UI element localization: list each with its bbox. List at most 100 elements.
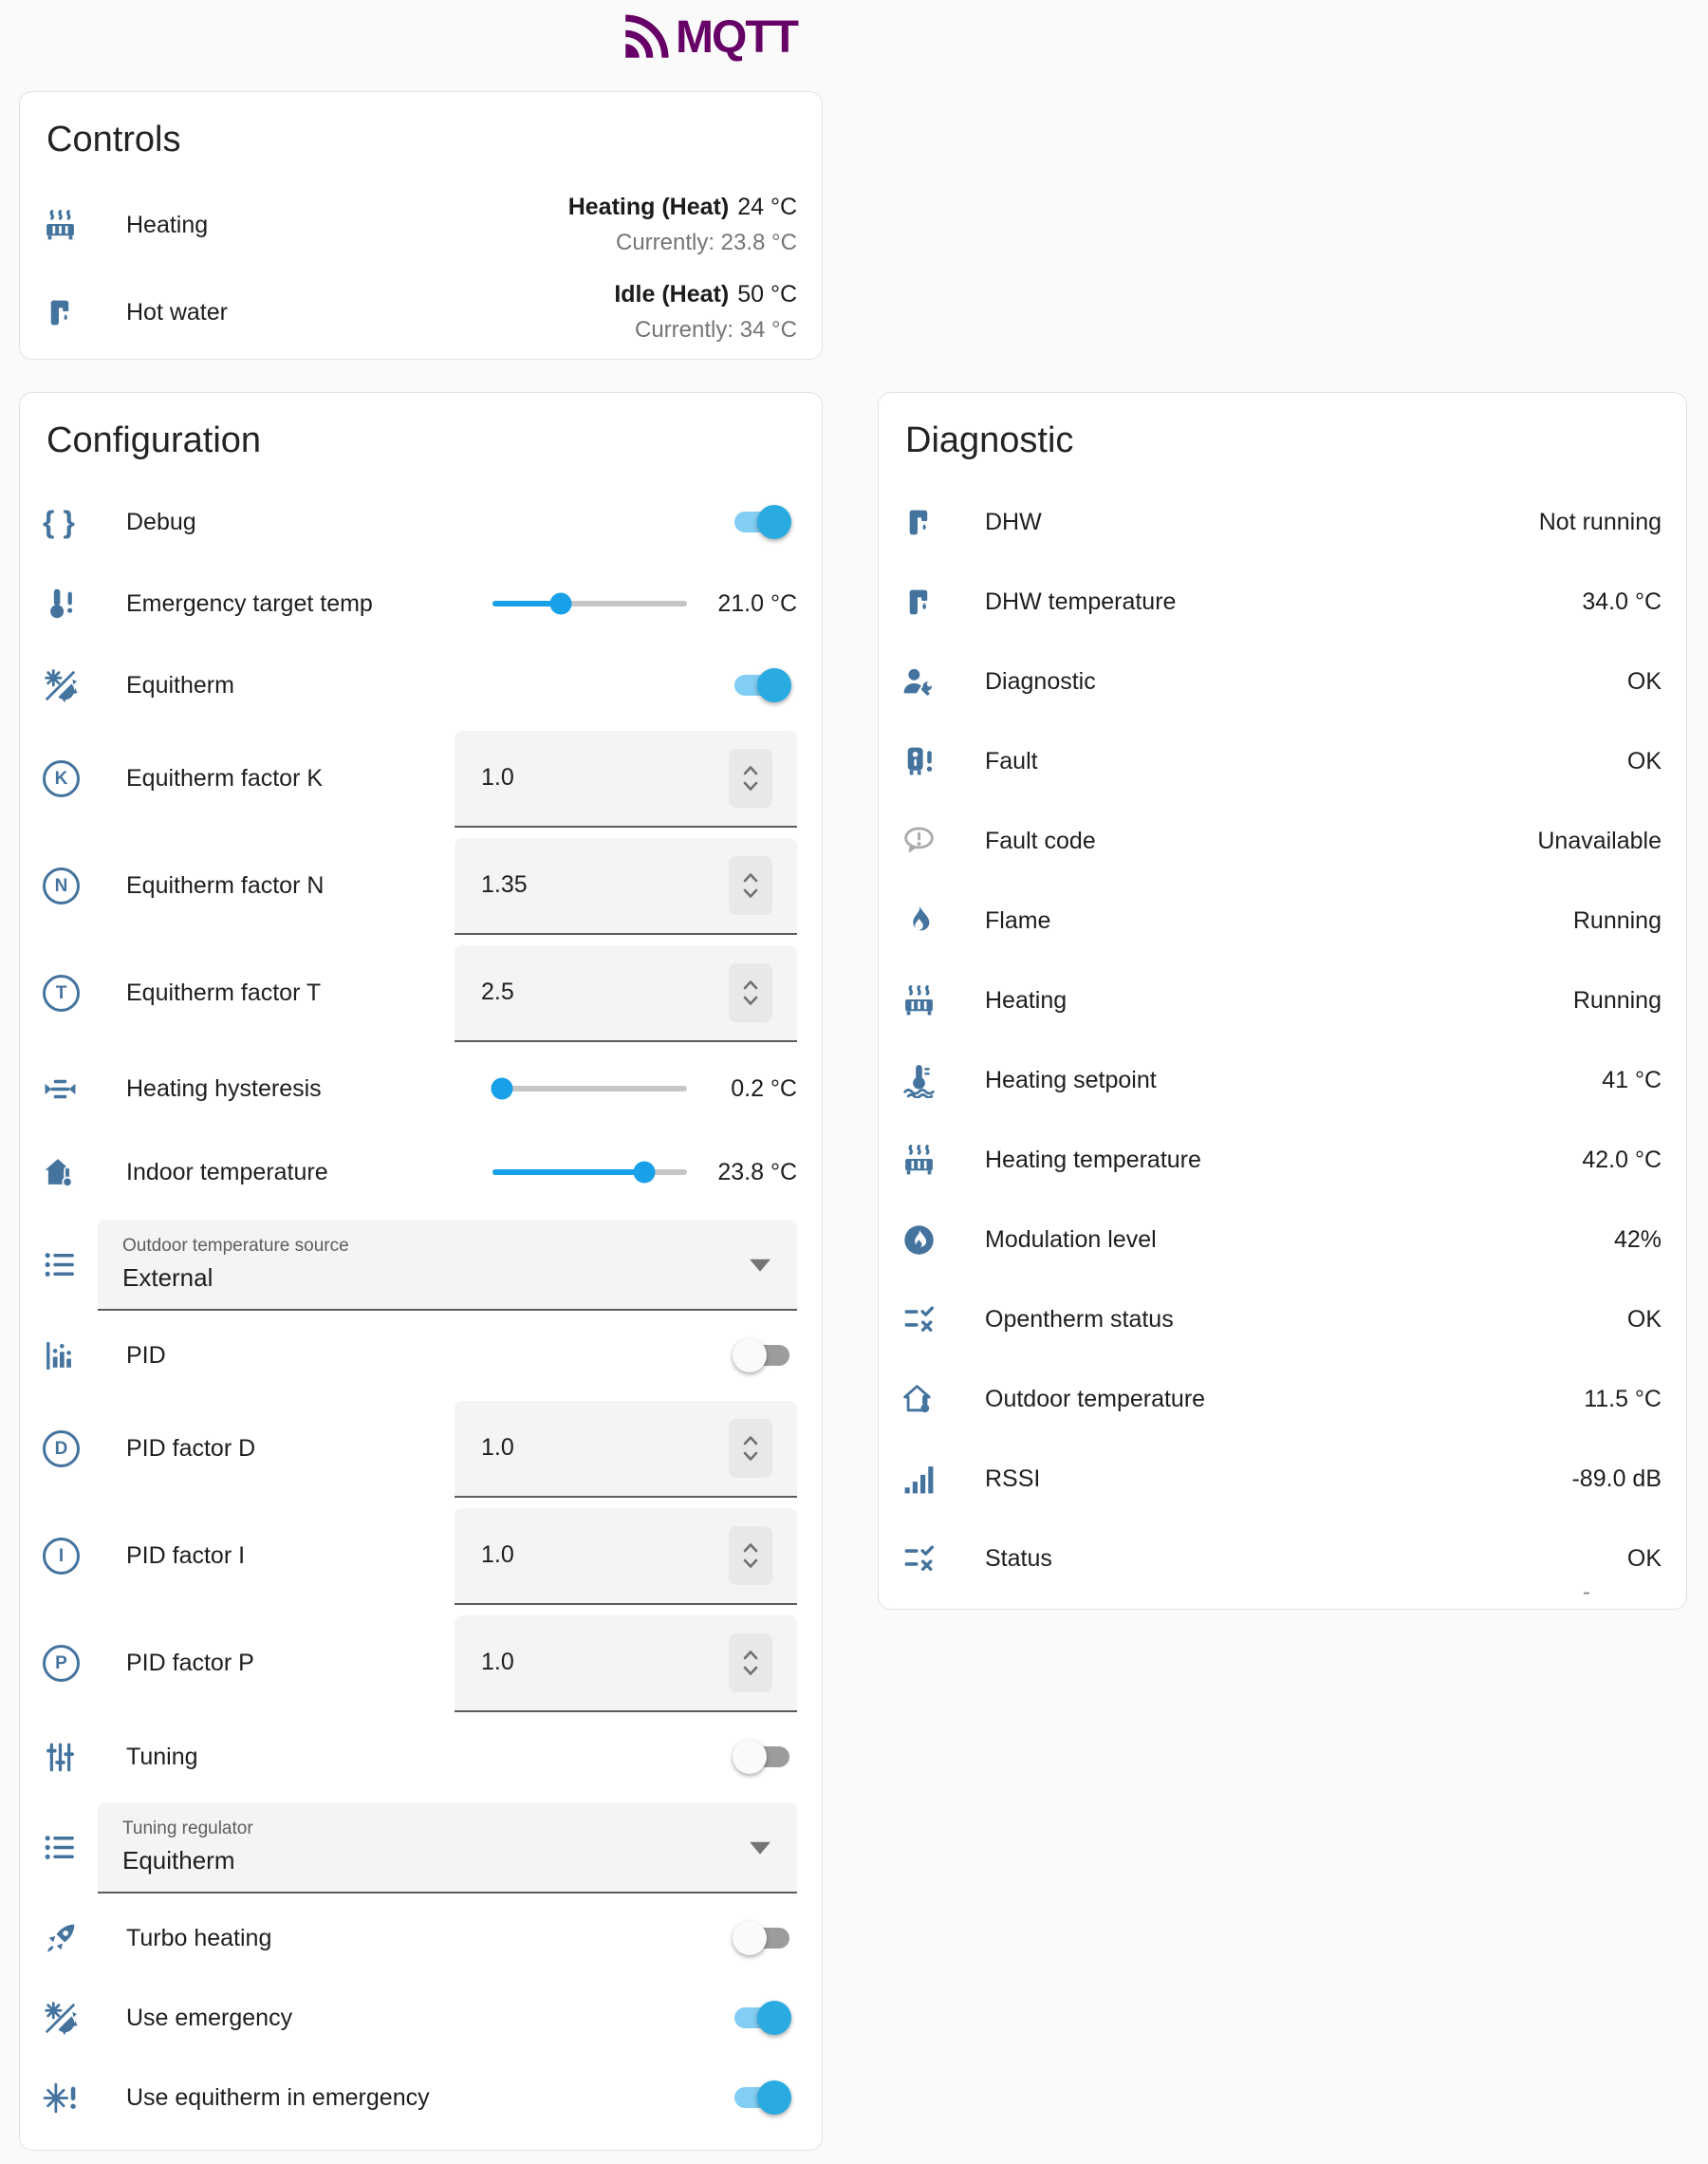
control-row-hot-water[interactable]: Hot water Idle (Heat)50 °C Currently: 34…: [20, 269, 822, 356]
diag-value: Running: [1573, 987, 1662, 1015]
stepper-icon[interactable]: [729, 1633, 772, 1692]
number-value: 1.0: [481, 1649, 514, 1676]
diag-row-diagnostic[interactable]: Diagnostic OK: [879, 642, 1686, 721]
pid-factor-i-input[interactable]: 1.0: [455, 1508, 797, 1605]
config-row-equitherm-factor-t: T Equitherm factor T 2.5: [20, 940, 822, 1047]
diag-value: 11.5 °C: [1584, 1386, 1662, 1413]
diag-row-dhw-temperature[interactable]: DHW temperature 34.0 °C: [879, 562, 1686, 642]
water-boiler-icon: [901, 505, 956, 540]
select-value: External: [122, 1263, 797, 1293]
config-label: Equitherm factor N: [126, 872, 455, 900]
config-label: Tuning: [126, 1744, 733, 1771]
climate-target-temp: 50 °C: [737, 281, 797, 308]
diag-label: DHW temperature: [985, 588, 1582, 616]
slider-value: 0.2 °C: [698, 1073, 797, 1105]
equitherm-factor-n-input[interactable]: 1.35: [455, 838, 797, 935]
configuration-title: Configuration: [46, 420, 822, 461]
tuning-regulator-select[interactable]: Tuning regulator Equitherm: [98, 1802, 797, 1894]
rocket-icon: [43, 1921, 98, 1956]
config-row-indoor-temperature: Indoor temperature 23.8 °C: [20, 1130, 822, 1214]
stepper-icon[interactable]: [729, 1419, 772, 1478]
radiator-icon: [901, 983, 956, 1018]
fire-icon: [901, 904, 956, 939]
mqtt-logo-icon: [619, 9, 674, 65]
diag-value: 34.0 °C: [1582, 588, 1662, 616]
diag-value: Not running: [1539, 509, 1662, 536]
equitherm-factor-k-input[interactable]: 1.0: [455, 731, 797, 828]
diag-row-fault[interactable]: Fault OK: [879, 721, 1686, 801]
debug-toggle[interactable]: [733, 503, 793, 541]
configuration-card: Configuration { } Debug Emergency target…: [19, 392, 823, 2151]
footnote-dash: -: [1583, 1579, 1590, 1606]
stepper-icon[interactable]: [729, 1526, 772, 1585]
diag-value: OK: [1627, 748, 1662, 775]
sun-snowflake-icon: [43, 668, 98, 703]
diag-row-heating-setpoint[interactable]: Heating setpoint 41 °C: [879, 1040, 1686, 1120]
emergency-target-temp-slider[interactable]: [492, 601, 687, 606]
pid-factor-d-input[interactable]: 1.0: [455, 1401, 797, 1498]
equitherm-factor-t-input[interactable]: 2.5: [455, 945, 797, 1042]
stepper-icon[interactable]: [729, 856, 772, 915]
diag-row-rssi[interactable]: RSSI -89.0 dB: [879, 1439, 1686, 1519]
signal-icon: [901, 1462, 956, 1497]
diag-label: Heating temperature: [985, 1147, 1582, 1174]
pid-factor-p-input[interactable]: 1.0: [455, 1615, 797, 1712]
dropdown-caret-icon: [750, 1259, 770, 1271]
climate-status: Idle (Heat)50 °C Currently: 34 °C: [614, 281, 797, 344]
diag-row-dhw[interactable]: DHW Not running: [879, 482, 1686, 562]
diag-label: Opentherm status: [985, 1306, 1627, 1334]
turbo-heating-toggle[interactable]: [733, 1919, 793, 1957]
climate-status: Heating (Heat)24 °C Currently: 23.8 °C: [568, 194, 797, 256]
diag-label: Fault: [985, 748, 1627, 775]
diag-row-heating[interactable]: Heating Running: [879, 961, 1686, 1040]
config-row-pid-factor-i: I PID factor I 1.0: [20, 1502, 822, 1610]
diagnostic-card: Diagnostic DHW Not running DHW temperatu…: [878, 392, 1687, 1610]
number-value: 1.0: [481, 764, 514, 792]
config-label: Equitherm factor K: [126, 765, 455, 793]
diag-row-status[interactable]: Status OK: [879, 1519, 1686, 1598]
diag-label: Modulation level: [985, 1226, 1614, 1254]
config-row-emergency-target-temp: Emergency target temp 21.0 °C: [20, 562, 822, 645]
diag-label: Status: [985, 1545, 1627, 1573]
climate-state: Heating (Heat): [568, 194, 729, 220]
heating-hysteresis-slider[interactable]: [492, 1086, 687, 1091]
list-bulleted-icon: [43, 1830, 98, 1865]
diag-value: -89.0 dB: [1571, 1465, 1662, 1493]
number-value: 1.0: [481, 1541, 514, 1569]
config-row-debug: { } Debug: [20, 482, 822, 562]
config-row-equitherm-factor-k: K Equitherm factor K 1.0: [20, 725, 822, 832]
config-label: Equitherm factor T: [126, 979, 455, 1007]
diag-value: Running: [1573, 907, 1662, 935]
use-emergency-toggle[interactable]: [733, 1999, 793, 2037]
stepper-icon[interactable]: [729, 749, 772, 808]
radiator-icon: [43, 208, 98, 243]
control-label: Hot water: [126, 299, 614, 326]
diag-row-flame[interactable]: Flame Running: [879, 881, 1686, 961]
diag-value: 42.0 °C: [1582, 1147, 1662, 1174]
diag-row-modulation-level[interactable]: Modulation level 42%: [879, 1200, 1686, 1279]
indoor-temperature-slider[interactable]: [492, 1169, 687, 1175]
thermometer-alert-icon: [43, 587, 98, 622]
thermometer-water-icon: [901, 1063, 956, 1098]
diag-label: Flame: [985, 907, 1573, 935]
control-row-heating[interactable]: Heating Heating (Heat)24 °C Currently: 2…: [20, 181, 822, 269]
sun-snowflake-icon: [43, 2001, 98, 2036]
equitherm-toggle[interactable]: [733, 666, 793, 704]
diag-row-outdoor-temperature[interactable]: Outdoor temperature 11.5 °C: [879, 1359, 1686, 1439]
diag-row-heating-temperature[interactable]: Heating temperature 42.0 °C: [879, 1120, 1686, 1200]
diag-row-fault-code[interactable]: Fault code Unavailable: [879, 801, 1686, 881]
use-equitherm-in-emergency-toggle[interactable]: [733, 2079, 793, 2117]
select-label: Outdoor temperature source: [122, 1236, 797, 1257]
slider-value: 23.8 °C: [698, 1156, 797, 1188]
alpha-p-circle-icon: P: [43, 1645, 98, 1682]
config-row-heating-hysteresis: Heating hysteresis 0.2 °C: [20, 1047, 822, 1130]
pid-toggle[interactable]: [733, 1336, 793, 1374]
tuning-toggle[interactable]: [733, 1738, 793, 1776]
stepper-icon[interactable]: [729, 963, 772, 1022]
mqtt-logo-text: MQTT: [676, 11, 797, 64]
diag-label: RSSI: [985, 1465, 1571, 1493]
diag-row-opentherm-status[interactable]: Opentherm status OK: [879, 1279, 1686, 1359]
diag-label: DHW: [985, 509, 1539, 536]
config-row-equitherm-factor-n: N Equitherm factor N 1.35: [20, 832, 822, 940]
outdoor-temperature-source-select[interactable]: Outdoor temperature source External: [98, 1220, 797, 1311]
